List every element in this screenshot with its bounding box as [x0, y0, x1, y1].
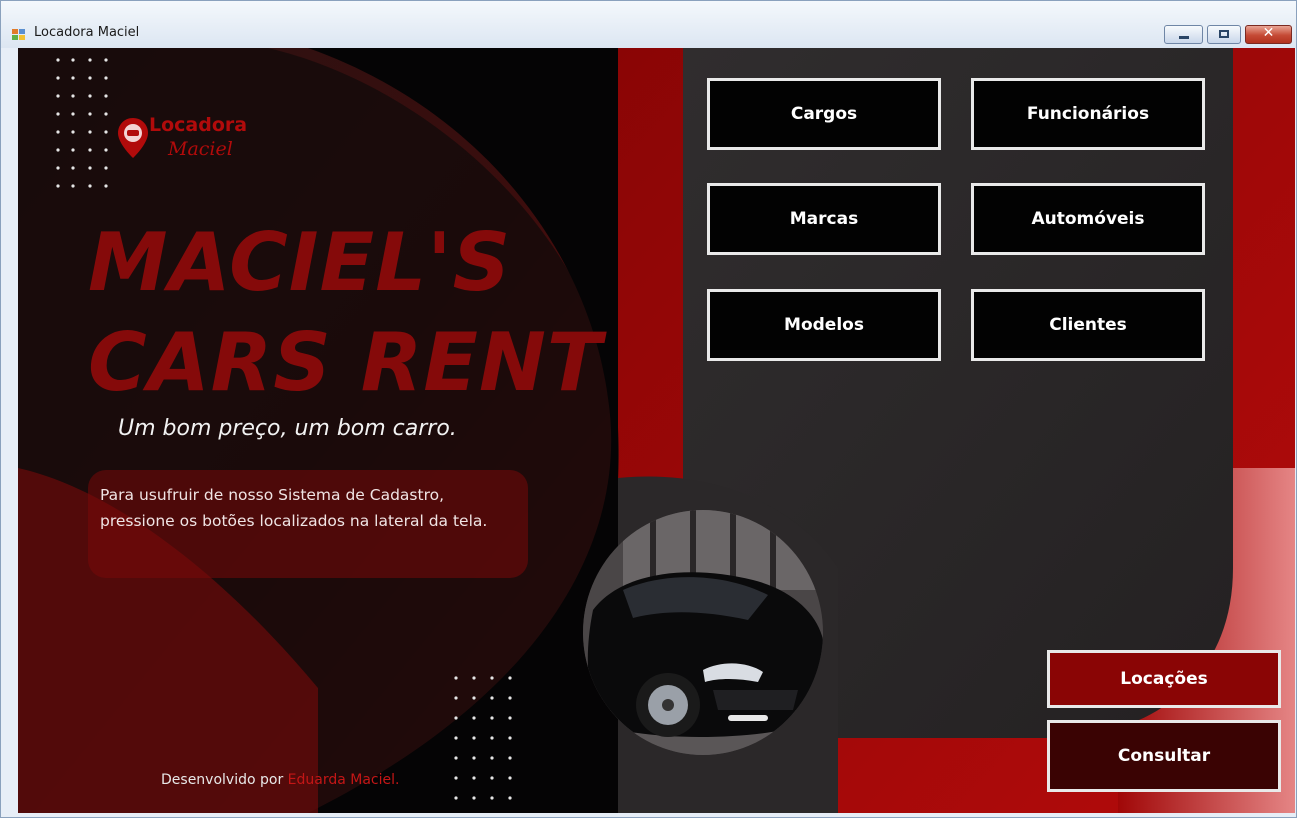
window-title: Locadora Maciel	[34, 25, 140, 40]
modelos-button[interactable]: Modelos	[707, 289, 941, 361]
logo-title: Locadora	[149, 114, 248, 136]
credit-prefix: Desenvolvido por	[161, 772, 288, 788]
funcionarios-button[interactable]: Funcionários	[971, 78, 1205, 150]
maximize-icon	[1219, 30, 1229, 38]
location-pin-icon	[118, 118, 148, 158]
cargos-button[interactable]: Cargos	[707, 78, 941, 150]
maximize-button[interactable]	[1207, 25, 1241, 44]
tagline: Um bom preço, um bom carro.	[118, 416, 457, 441]
car-illustration	[583, 510, 823, 755]
close-button[interactable]: ✕	[1245, 25, 1292, 44]
clientes-button[interactable]: Clientes	[971, 289, 1205, 361]
info-box: Para usufruir de nosso Sistema de Cadast…	[88, 470, 528, 578]
info-text: Para usufruir de nosso Sistema de Cadast…	[100, 486, 488, 530]
headline-line-1: MACIEL'S	[88, 216, 512, 309]
main-panel: Locadora Maciel MACIEL'S CARS RENT Um bo…	[18, 48, 1295, 813]
marcas-button[interactable]: Marcas	[707, 183, 941, 255]
close-icon: ✕	[1262, 25, 1275, 41]
minimize-button[interactable]	[1164, 25, 1203, 44]
minimize-icon	[1179, 36, 1189, 39]
automoveis-button[interactable]: Automóveis	[971, 183, 1205, 255]
locacoes-button[interactable]: Locações	[1047, 650, 1281, 708]
car-photo	[583, 510, 823, 755]
developer-credit: Desenvolvido por Eduarda Maciel.	[161, 772, 399, 788]
title-bar[interactable]: Locadora Maciel ✕	[1, 1, 1296, 48]
app-window: Locadora Maciel ✕ Locadora Maciel MACIEL…	[0, 0, 1297, 818]
form-icon	[12, 29, 25, 40]
logo-subtitle: Maciel	[168, 138, 233, 160]
credit-name: Eduarda Maciel.	[287, 772, 400, 788]
consultar-button[interactable]: Consultar	[1047, 720, 1281, 792]
headline-line-2: CARS RENT	[88, 316, 603, 409]
